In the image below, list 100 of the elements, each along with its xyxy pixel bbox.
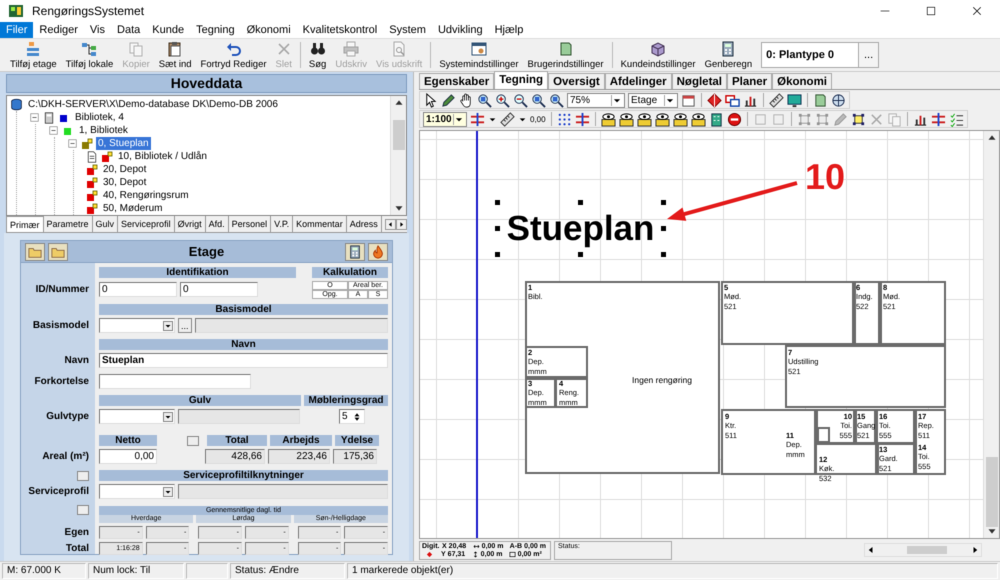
tab[interactable]: Afdelinger xyxy=(604,73,672,89)
folder-button[interactable] xyxy=(25,242,45,260)
readonly-field[interactable] xyxy=(194,318,388,333)
building-icon[interactable] xyxy=(708,112,724,126)
scale-dropdown[interactable]: 1:100 xyxy=(423,112,467,126)
tab[interactable]: Kommentar xyxy=(293,216,347,232)
eye-icon[interactable] xyxy=(618,112,634,126)
tree-item[interactable]: 1, Bibliotek xyxy=(77,124,130,137)
eye-icon[interactable] xyxy=(690,112,706,126)
scrollbar-thumb[interactable] xyxy=(986,457,998,527)
scrollbar[interactable] xyxy=(864,543,982,557)
collapse-icon[interactable] xyxy=(29,112,40,123)
toolbar-button[interactable]: Tilføj etage xyxy=(6,40,61,70)
tab[interactable]: Parametre xyxy=(44,216,93,232)
stop-icon[interactable] xyxy=(726,112,742,126)
browse-button[interactable]: ... xyxy=(858,43,878,67)
monitor-icon[interactable] xyxy=(787,92,802,108)
dropdown[interactable] xyxy=(99,318,175,333)
calendar-icon[interactable] xyxy=(681,92,696,108)
tab[interactable]: Primær xyxy=(6,216,44,232)
tree-item[interactable]: 0, Stueplan xyxy=(96,137,151,150)
tab[interactable]: Nøgletal xyxy=(672,73,727,89)
tab[interactable]: Serviceprofil xyxy=(118,216,175,232)
selection-handle[interactable] xyxy=(578,252,583,257)
expand-button[interactable] xyxy=(77,505,89,515)
tab[interactable]: Planer xyxy=(727,73,772,89)
selection-handle[interactable] xyxy=(578,200,583,205)
zoom-area-icon[interactable] xyxy=(531,92,546,108)
pencil-icon[interactable] xyxy=(441,92,456,108)
scrollbar-thumb[interactable] xyxy=(392,120,404,150)
zoom-area-icon[interactable] xyxy=(549,92,564,108)
toolbar-button[interactable]: Systemindstillinger xyxy=(435,40,523,70)
toolbar-button[interactable]: Brugerindstillinger xyxy=(524,40,608,70)
toolbar-button[interactable]: Tilføj lokale xyxy=(62,40,118,70)
input-field[interactable]: 0 xyxy=(99,282,177,297)
menu-item[interactable]: Tegning xyxy=(190,22,241,38)
scrollbar[interactable] xyxy=(983,131,999,538)
input-field[interactable]: Stueplan xyxy=(99,353,388,368)
menu-item[interactable]: Hjælp xyxy=(488,22,530,38)
zoom-out-icon[interactable] xyxy=(513,92,528,108)
zoom-in-icon[interactable] xyxy=(495,92,510,108)
ruler-icon[interactable] xyxy=(500,112,515,126)
expand-button[interactable] xyxy=(187,436,199,446)
readonly-field[interactable] xyxy=(178,409,300,424)
spin-field[interactable]: 5 xyxy=(339,409,365,424)
tree-item[interactable]: 30, Depot xyxy=(101,176,148,189)
tab[interactable]: Personel xyxy=(228,216,272,232)
eye-icon[interactable] xyxy=(654,112,670,126)
scroll-left-icon[interactable] xyxy=(385,218,396,230)
calculator-button[interactable] xyxy=(345,242,365,260)
menu-item[interactable]: Vis xyxy=(84,22,112,38)
input-field[interactable]: 0 xyxy=(180,282,258,297)
tab[interactable]: Afd. xyxy=(206,216,229,232)
menu-item[interactable]: System xyxy=(383,22,432,38)
toolbar-button[interactable]: Sæt ind xyxy=(154,40,196,70)
zoom-area-icon[interactable] xyxy=(477,92,492,108)
layers-icon[interactable] xyxy=(725,92,740,108)
selection-handle[interactable] xyxy=(661,226,666,231)
eye-icon[interactable] xyxy=(636,112,652,126)
zoom-dropdown[interactable]: 75% xyxy=(567,92,625,108)
tab[interactable]: Egenskaber xyxy=(419,73,494,89)
toolbar-button[interactable]: Kundeindstillinger xyxy=(616,40,700,70)
diamond-icon[interactable] xyxy=(707,92,722,108)
readonly-field[interactable] xyxy=(178,484,388,499)
browse-button[interactable]: ... xyxy=(178,318,192,333)
menu-item[interactable]: Kunde xyxy=(146,22,190,38)
menu-item[interactable]: Kvalitetskontrol xyxy=(296,22,384,38)
book-icon[interactable] xyxy=(813,92,828,108)
dropdown[interactable] xyxy=(99,409,175,424)
tree-item[interactable]: 20, Depot xyxy=(101,163,148,176)
toolbar-button[interactable]: Genberegn xyxy=(700,40,756,70)
menu-item[interactable]: Økonomi xyxy=(240,22,297,38)
tree-item[interactable]: 40, Rengøringsrum xyxy=(101,189,191,202)
tab[interactable]: Økonomi xyxy=(772,73,832,89)
menu-item[interactable]: Udvikling xyxy=(432,22,489,38)
layer-dropdown[interactable]: Etage xyxy=(628,92,678,108)
scroll-right-icon[interactable] xyxy=(396,218,407,230)
readonly-field[interactable]: 428,66 xyxy=(205,449,265,464)
tab[interactable]: Øvrigt xyxy=(174,216,206,232)
expand-button[interactable] xyxy=(77,470,89,480)
tree-item[interactable]: 50, Møderum xyxy=(101,202,164,215)
selection-handle[interactable] xyxy=(495,226,500,231)
tab[interactable]: Adress xyxy=(346,216,382,232)
dropdown[interactable] xyxy=(99,484,175,499)
input-field[interactable]: 0,00 xyxy=(99,449,157,464)
toolbar-button[interactable]: Søg xyxy=(304,40,330,70)
selection-handle[interactable] xyxy=(495,252,500,257)
readonly-field[interactable]: 175,36 xyxy=(333,449,377,464)
lines-icon[interactable] xyxy=(470,112,485,126)
collapse-icon[interactable] xyxy=(48,125,59,136)
lines-icon[interactable] xyxy=(574,112,590,126)
menu-item[interactable]: Rediger xyxy=(33,22,84,38)
ruler-icon[interactable] xyxy=(769,92,784,108)
dots-icon[interactable] xyxy=(556,112,572,126)
menu-item[interactable]: Filer xyxy=(0,22,34,38)
tab[interactable]: Gulv xyxy=(92,216,118,232)
selection-handle[interactable] xyxy=(661,252,666,257)
eye-icon[interactable] xyxy=(600,112,616,126)
flame-button[interactable] xyxy=(368,242,388,260)
eye-icon[interactable] xyxy=(672,112,688,126)
